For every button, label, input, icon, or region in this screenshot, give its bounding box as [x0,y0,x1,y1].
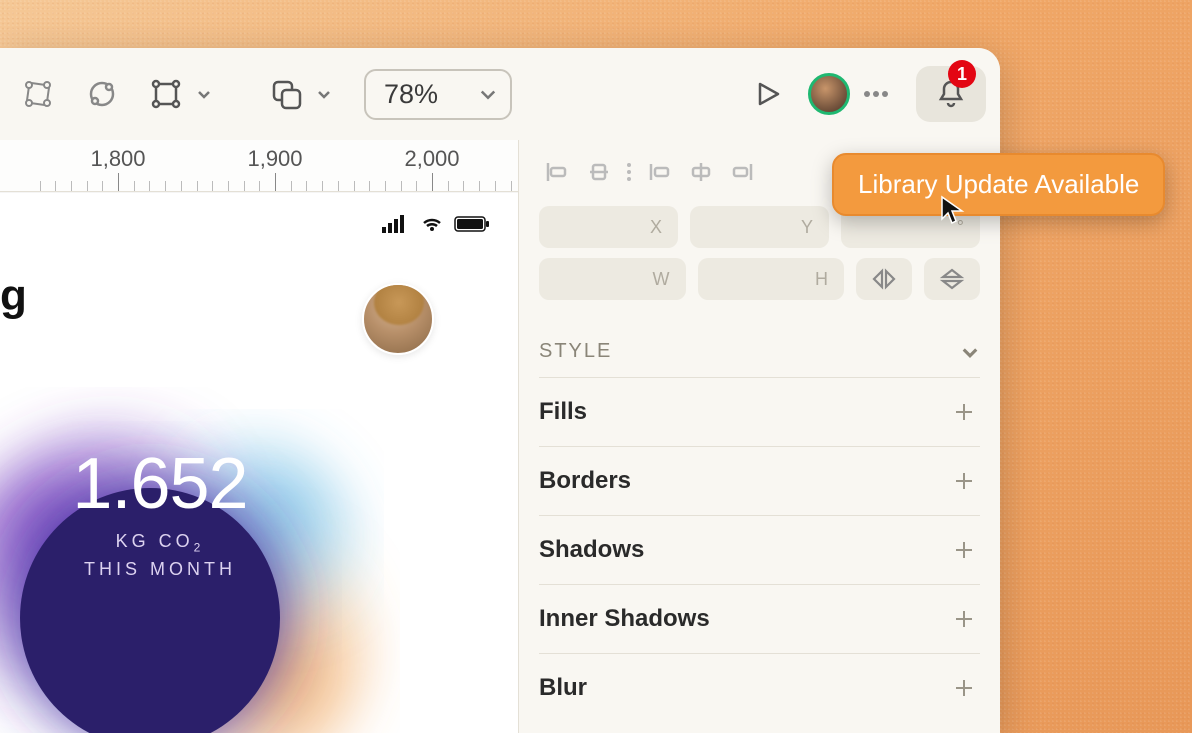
metric-display: 1.652 KG CO2 THIS MONTH [0,443,320,580]
shape-tool-group[interactable] [142,70,216,118]
notification-badge: 1 [948,60,976,88]
preview-play-button[interactable] [744,70,792,118]
chevron-down-icon[interactable] [312,82,336,106]
ruler-tick-label: 2,000 [404,146,459,172]
borders-row[interactable]: Borders [539,446,980,515]
boolean-tool-group[interactable] [262,70,336,118]
inspector-panel: X Y ° W H STYLE Fills [518,140,1000,733]
more-users-button[interactable] [858,85,894,103]
toolbar: 78% 1 [0,48,1000,140]
vector-tool-button[interactable] [78,70,126,118]
chevron-down-icon [478,84,498,104]
chevron-down-icon [960,342,980,362]
flip-horizontal-button[interactable] [856,258,912,300]
align-left-button[interactable] [539,156,575,188]
height-field[interactable]: H [698,258,845,300]
property-label: Fills [539,398,587,426]
size-controls: W H [539,258,980,300]
ruler-tick-label: 1,900 [247,146,302,172]
canvas-pane: 1,800 1,900 2,000 [0,140,518,733]
width-field[interactable]: W [539,258,686,300]
align-right-edge-button[interactable] [725,156,761,188]
metric-unit: KG CO2 [0,531,320,555]
edit-tool-button[interactable] [14,70,62,118]
zoom-dropdown[interactable]: 78% [364,69,512,120]
y-position-field[interactable]: Y [690,206,829,248]
metric-period: THIS MONTH [0,559,320,580]
design-canvas[interactable]: g [0,192,518,733]
heading-fragment: g [0,271,27,321]
user-avatar[interactable] [808,73,850,115]
signal-bars-icon [382,215,410,233]
wifi-icon [420,215,444,233]
add-inner-shadow-button[interactable] [948,603,980,635]
app-window: 78% 1 [0,48,1000,733]
horizontal-ruler[interactable]: 1,800 1,900 2,000 [0,140,518,192]
zoom-value: 78% [384,79,438,110]
collaborator-group [808,73,894,115]
align-left-edge-button[interactable] [641,156,677,188]
style-header-label: STYLE [539,340,612,363]
property-label: Shadows [539,536,644,564]
ruler-tick-label: 1,800 [90,146,145,172]
fills-row[interactable]: Fills [539,377,980,446]
flip-vertical-button[interactable] [924,258,980,300]
blur-row[interactable]: Blur [539,653,980,722]
add-fill-button[interactable] [948,396,980,428]
add-blur-button[interactable] [948,672,980,704]
battery-icon [454,215,490,233]
inner-shadows-row[interactable]: Inner Shadows [539,584,980,653]
content-area: 1,800 1,900 2,000 [0,140,1000,733]
property-label: Inner Shadows [539,605,710,633]
style-section-header[interactable]: STYLE [539,326,980,377]
add-shadow-button[interactable] [948,534,980,566]
align-center-v-button[interactable] [683,156,719,188]
x-position-field[interactable]: X [539,206,678,248]
property-label: Borders [539,467,631,495]
add-border-button[interactable] [948,465,980,497]
notifications-button[interactable]: 1 [916,66,986,122]
metric-value: 1.652 [0,443,320,525]
property-label: Blur [539,674,587,702]
shadows-row[interactable]: Shadows [539,515,980,584]
library-update-tooltip[interactable]: Library Update Available [832,153,1165,216]
separator-dots-icon [627,163,631,181]
device-status-bar [0,215,490,233]
align-center-h-button[interactable] [581,156,617,188]
chevron-down-icon[interactable] [192,82,216,106]
boolean-tool-button[interactable] [262,70,310,118]
shape-tool-button[interactable] [142,70,190,118]
